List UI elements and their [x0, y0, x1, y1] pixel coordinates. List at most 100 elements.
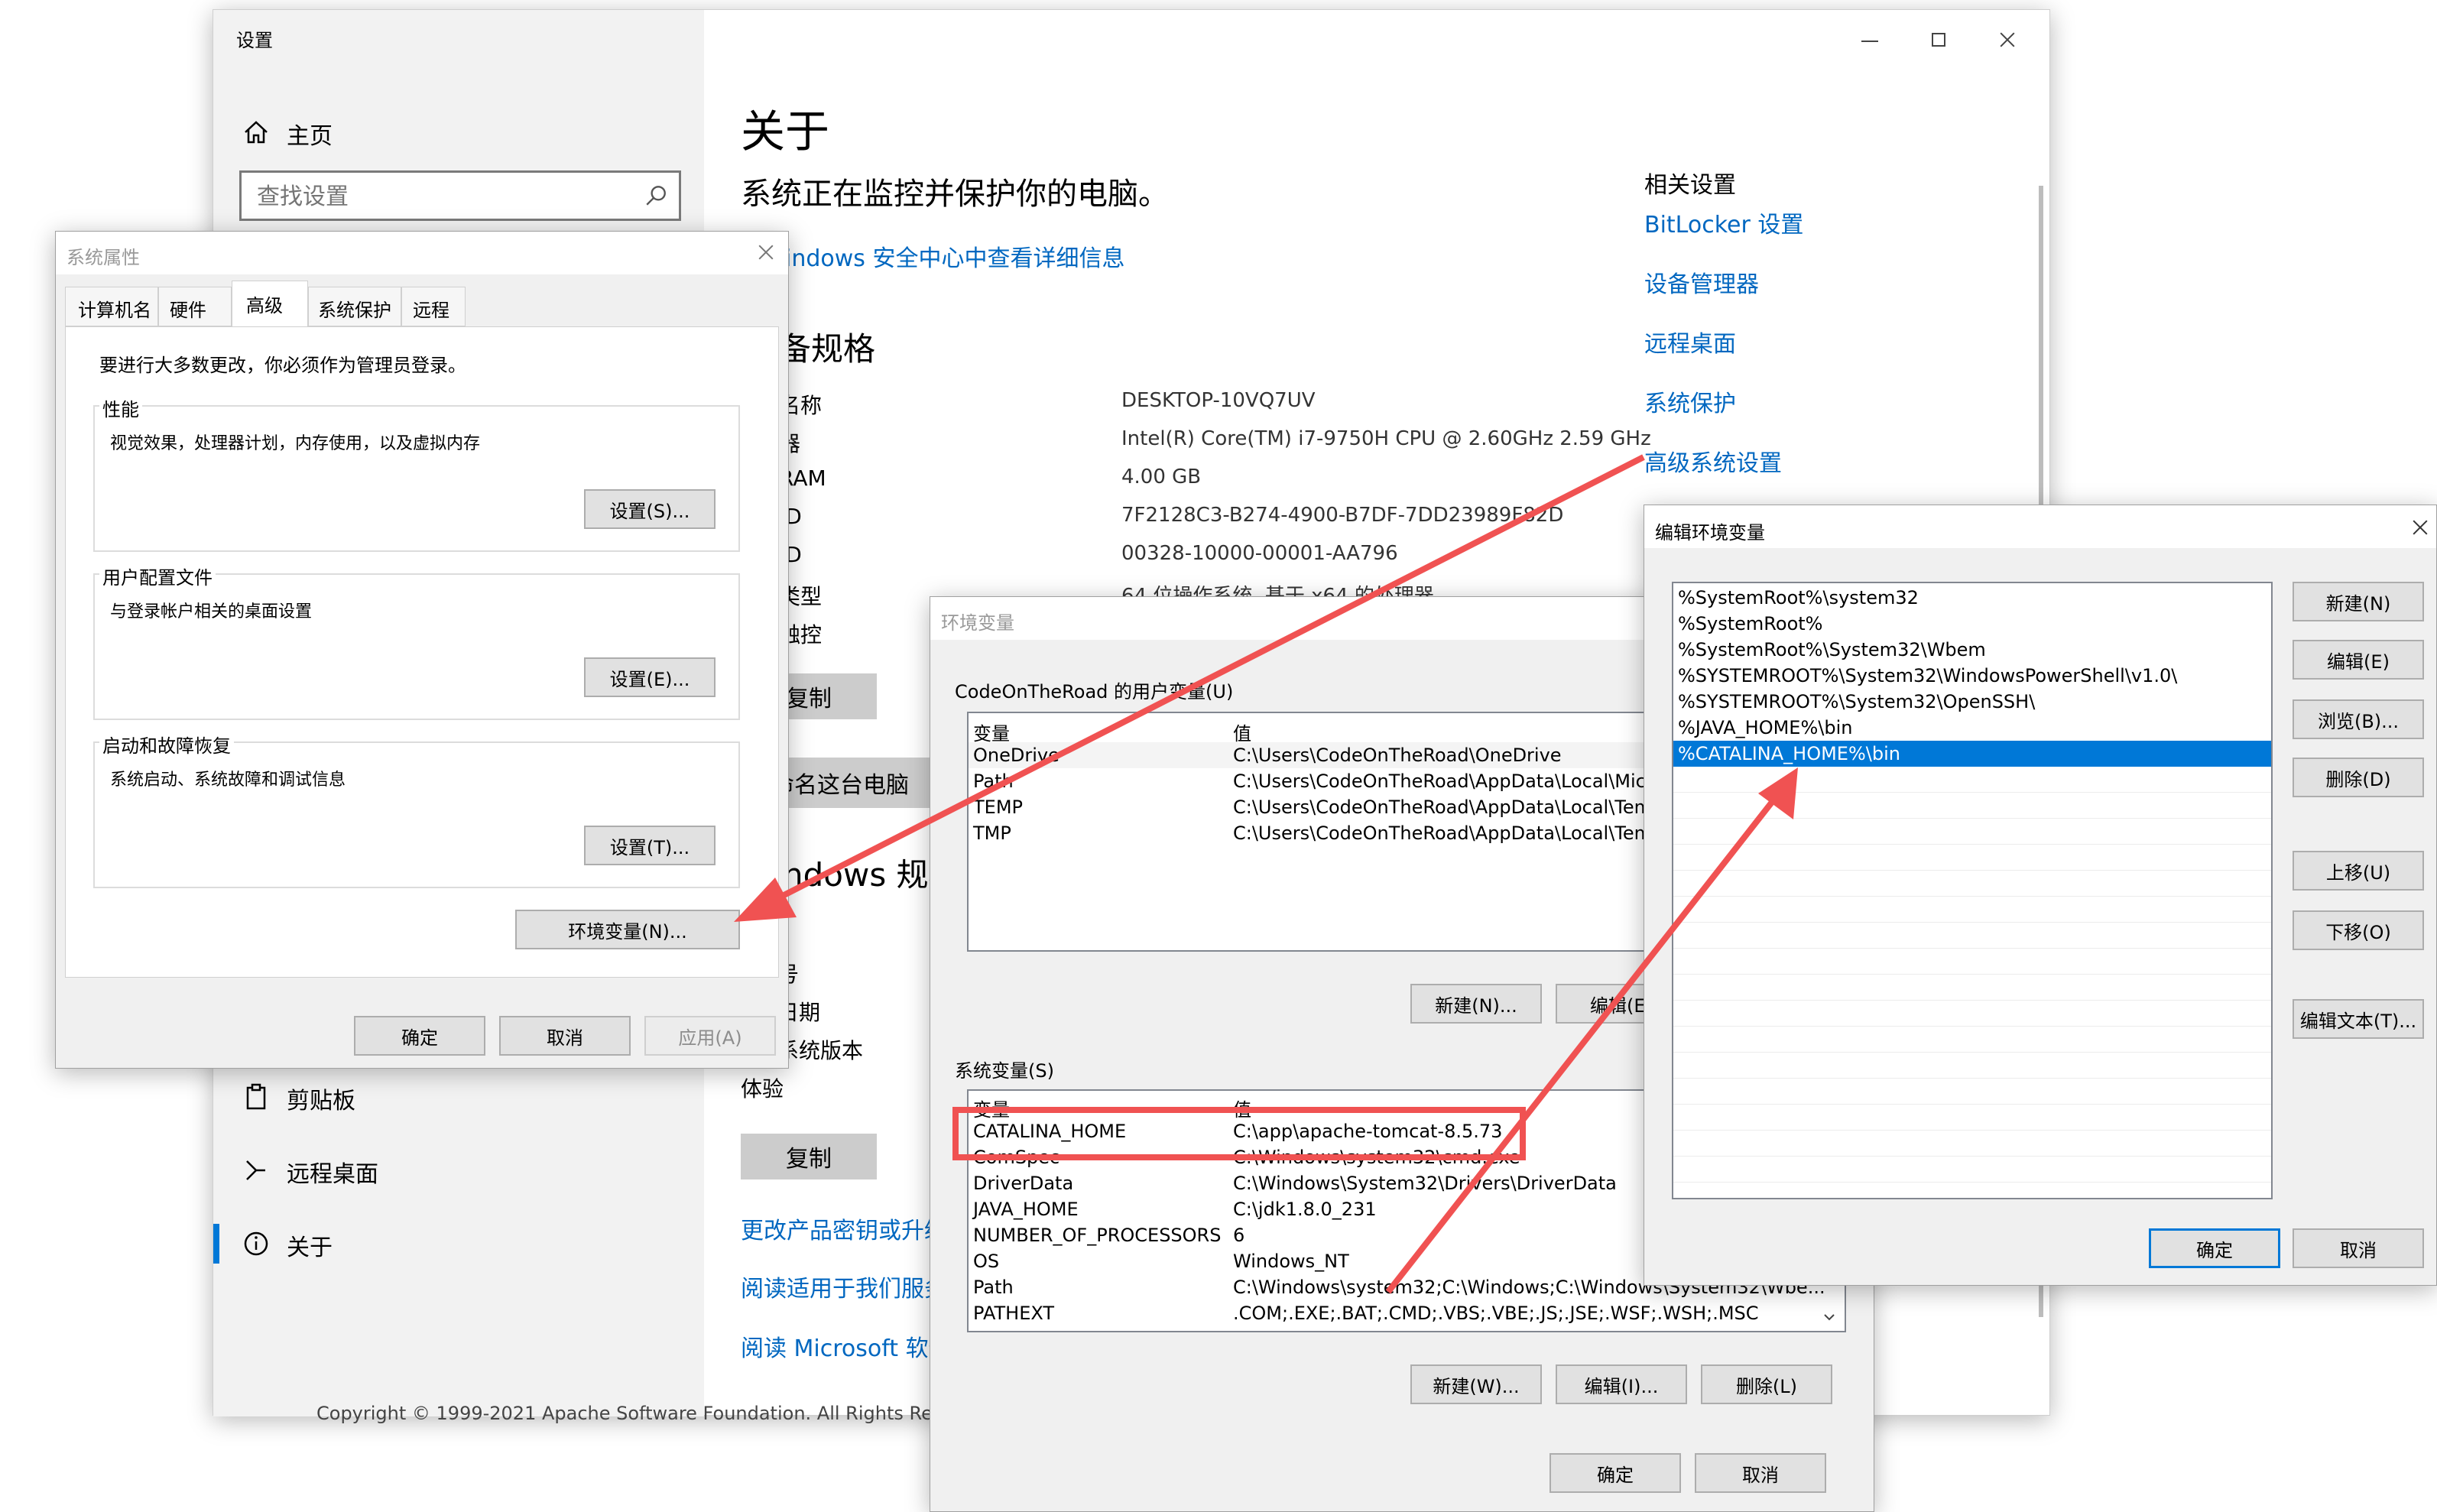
editenv-delete-button[interactable]: 删除(D): [2293, 758, 2424, 797]
list-item[interactable]: %SystemRoot%\System32\Wbem: [1673, 637, 2271, 663]
sysprops-tab-strip: 计算机名 硬件 高级 系统保护 远程: [65, 281, 524, 328]
nav-item-home[interactable]: 主页: [213, 102, 703, 163]
close-icon: [2000, 32, 2015, 47]
tab-hardware[interactable]: 硬件: [158, 287, 232, 326]
remote-desktop-icon: [246, 1160, 265, 1180]
system-properties-dialog: 系统属性 计算机名 硬件 高级 系统保护 远程 要进行大多数更改，你必须作为管理…: [55, 231, 789, 1069]
editenv-cancel-button[interactable]: 取消: [2293, 1228, 2424, 1268]
group-title: 用户配置文件: [99, 563, 216, 589]
performance-settings-button[interactable]: 设置(S)...: [584, 489, 716, 529]
list-item[interactable]: %SystemRoot%: [1673, 611, 2271, 637]
minimize-icon: [1861, 41, 1878, 42]
nav-item-clipboard[interactable]: 剪贴板: [213, 1066, 703, 1128]
sysprops-tab-panel: 要进行大多数更改，你必须作为管理员登录。 性能 视觉效果，处理器计划，内存使用，…: [65, 326, 779, 978]
spec-value: 7F2128C3-B274-4900-B7DF-7DD23989F82D: [1121, 504, 1564, 527]
system-edit-button[interactable]: 编辑(I)...: [1556, 1364, 1687, 1404]
user-new-button[interactable]: 新建(N)...: [1410, 984, 1542, 1024]
services-agreement-link[interactable]: 阅读适用于我们服务: [741, 1270, 947, 1303]
win-spec-label: 系统版本: [777, 1038, 864, 1063]
editenv-edit-text-button[interactable]: 编辑文本(T)...: [2293, 999, 2424, 1039]
envvars-ok-button[interactable]: 确定: [1549, 1453, 1681, 1493]
list-item[interactable]: %SYSTEMROOT%\System32\OpenSSH\: [1673, 689, 2271, 715]
system-delete-button[interactable]: 删除(L): [1701, 1364, 1832, 1404]
list-item[interactable]: %JAVA_HOME%\bin: [1673, 715, 2271, 741]
user-profiles-group: 用户配置文件 与登录帐户相关的桌面设置 设置(E)...: [93, 563, 740, 720]
spec-value: Intel(R) Core(TM) i7-9750H CPU @ 2.60GHz…: [1121, 427, 1651, 450]
admin-note: 要进行大多数更改，你必须作为管理员登录。: [99, 355, 466, 376]
nav-selected-indicator: [213, 1224, 219, 1264]
tab-advanced[interactable]: 高级: [232, 281, 308, 328]
editenv-edit-button[interactable]: 编辑(E): [2293, 640, 2424, 680]
editenv-move-down-button[interactable]: 下移(O): [2293, 910, 2424, 950]
copyright-text: Copyright © 1999-2021 Apache Software Fo…: [316, 1403, 943, 1424]
column-header-value: 值: [1233, 1099, 1251, 1118]
startup-recovery-settings-button[interactable]: 设置(T)...: [584, 826, 716, 865]
spec-value: 00328-10000-00001-AA796: [1121, 542, 1398, 565]
nav-clipboard-label: 剪贴板: [287, 1088, 355, 1115]
remote-desktop-link[interactable]: 远程桌面: [1644, 325, 1736, 359]
group-desc: 系统启动、系统故障和调试信息: [110, 771, 346, 790]
copy-windows-spec-button[interactable]: 复制: [741, 1134, 877, 1179]
bitlocker-settings-link[interactable]: BitLocker 设置: [1644, 206, 1803, 239]
clipboard-icon: [246, 1083, 266, 1110]
editenv-ok-button[interactable]: 确定: [2149, 1228, 2280, 1268]
empty-list-rows: [1673, 767, 2271, 1195]
security-center-link[interactable]: indows 安全中心中查看详细信息: [785, 239, 1124, 273]
spec-value: DESKTOP-10VQ7UV: [1121, 389, 1316, 412]
editenv-close-icon[interactable]: [2412, 519, 2429, 536]
nav-item-about[interactable]: 关于: [213, 1213, 703, 1274]
system-protection-link[interactable]: 系统保护: [1644, 384, 1736, 418]
editenv-title: 编辑环境变量: [1655, 522, 1765, 543]
system-variables-label: 系统变量(S): [955, 1060, 1054, 1082]
column-header-variable: 变量: [973, 723, 1010, 742]
editenv-new-button[interactable]: 新建(N): [2293, 582, 2424, 621]
envvars-cancel-button[interactable]: 取消: [1695, 1453, 1826, 1493]
table-row[interactable]: PATHEXT .COM;.EXE;.BAT;.CMD;.VBS;.VBE;.J…: [969, 1300, 1845, 1326]
maximize-button[interactable]: [1919, 24, 1958, 54]
system-new-button[interactable]: 新建(W)...: [1410, 1364, 1542, 1404]
sysprops-apply-button[interactable]: 应用(A): [644, 1016, 776, 1056]
advanced-system-settings-link[interactable]: 高级系统设置: [1644, 444, 1782, 478]
maximize-icon: [1932, 33, 1945, 47]
list-item[interactable]: %SystemRoot%\system32: [1673, 585, 2271, 611]
nav-remote-label: 远程桌面: [287, 1161, 378, 1188]
minimize-button[interactable]: [1851, 24, 1889, 54]
settings-search-input[interactable]: [255, 179, 625, 214]
sysprops-title: 系统属性: [67, 247, 140, 268]
sysprops-titlebar: 系统属性: [56, 232, 788, 274]
group-title: 性能: [99, 394, 142, 421]
group-desc: 视觉效果，处理器计划，内存使用，以及虚拟内存: [110, 434, 481, 453]
editenv-move-up-button[interactable]: 上移(U): [2293, 851, 2424, 891]
performance-group: 性能 视觉效果，处理器计划，内存使用，以及虚拟内存 设置(S)...: [93, 394, 740, 552]
page-title: 关于: [741, 105, 830, 157]
sysprops-ok-button[interactable]: 确定: [354, 1016, 485, 1056]
tab-system-protection[interactable]: 系统保护: [308, 287, 401, 326]
tab-computer-name[interactable]: 计算机名: [65, 287, 158, 326]
device-manager-link[interactable]: 设备管理器: [1644, 265, 1759, 299]
settings-window-title: 设置: [236, 30, 273, 51]
close-button[interactable]: [1988, 24, 2027, 54]
tab-remote[interactable]: 远程: [401, 287, 466, 326]
environment-variables-button[interactable]: 环境变量(N)...: [515, 910, 740, 949]
column-header-value: 值: [1233, 723, 1251, 742]
home-icon: [245, 121, 268, 144]
column-header-variable: 变量: [973, 1099, 1010, 1118]
nav-item-remote-desktop[interactable]: 远程桌面: [213, 1140, 703, 1201]
editenv-titlebar: 编辑环境变量: [1644, 505, 2436, 548]
group-title: 启动和故障恢复: [99, 731, 234, 758]
change-product-key-link[interactable]: 更改产品密钥或升级: [741, 1212, 947, 1245]
settings-search-box[interactable]: [239, 170, 681, 221]
sysprops-cancel-button[interactable]: 取消: [499, 1016, 631, 1056]
editenv-browse-button[interactable]: 浏览(B)...: [2293, 699, 2424, 739]
page-subtitle: 系统正在监控并保护你的电脑。: [741, 177, 1169, 212]
startup-recovery-group: 启动和故障恢复 系统启动、系统故障和调试信息 设置(T)...: [93, 731, 740, 888]
list-item-selected[interactable]: %CATALINA_HOME%\bin: [1673, 741, 2271, 767]
user-profiles-settings-button[interactable]: 设置(E)...: [584, 657, 716, 697]
info-icon: [244, 1231, 268, 1256]
spec-value: 4.00 GB: [1121, 466, 1202, 488]
path-entries-list[interactable]: %SystemRoot%\system32 %SystemRoot% %Syst…: [1672, 582, 2273, 1199]
list-item[interactable]: %SYSTEMROOT%\System32\WindowsPowerShell\…: [1673, 663, 2271, 689]
sysprops-close-icon[interactable]: [758, 244, 774, 261]
scroll-down-icon[interactable]: [1822, 1309, 1837, 1325]
software-license-link[interactable]: 阅读 Microsoft 软件: [741, 1329, 952, 1363]
